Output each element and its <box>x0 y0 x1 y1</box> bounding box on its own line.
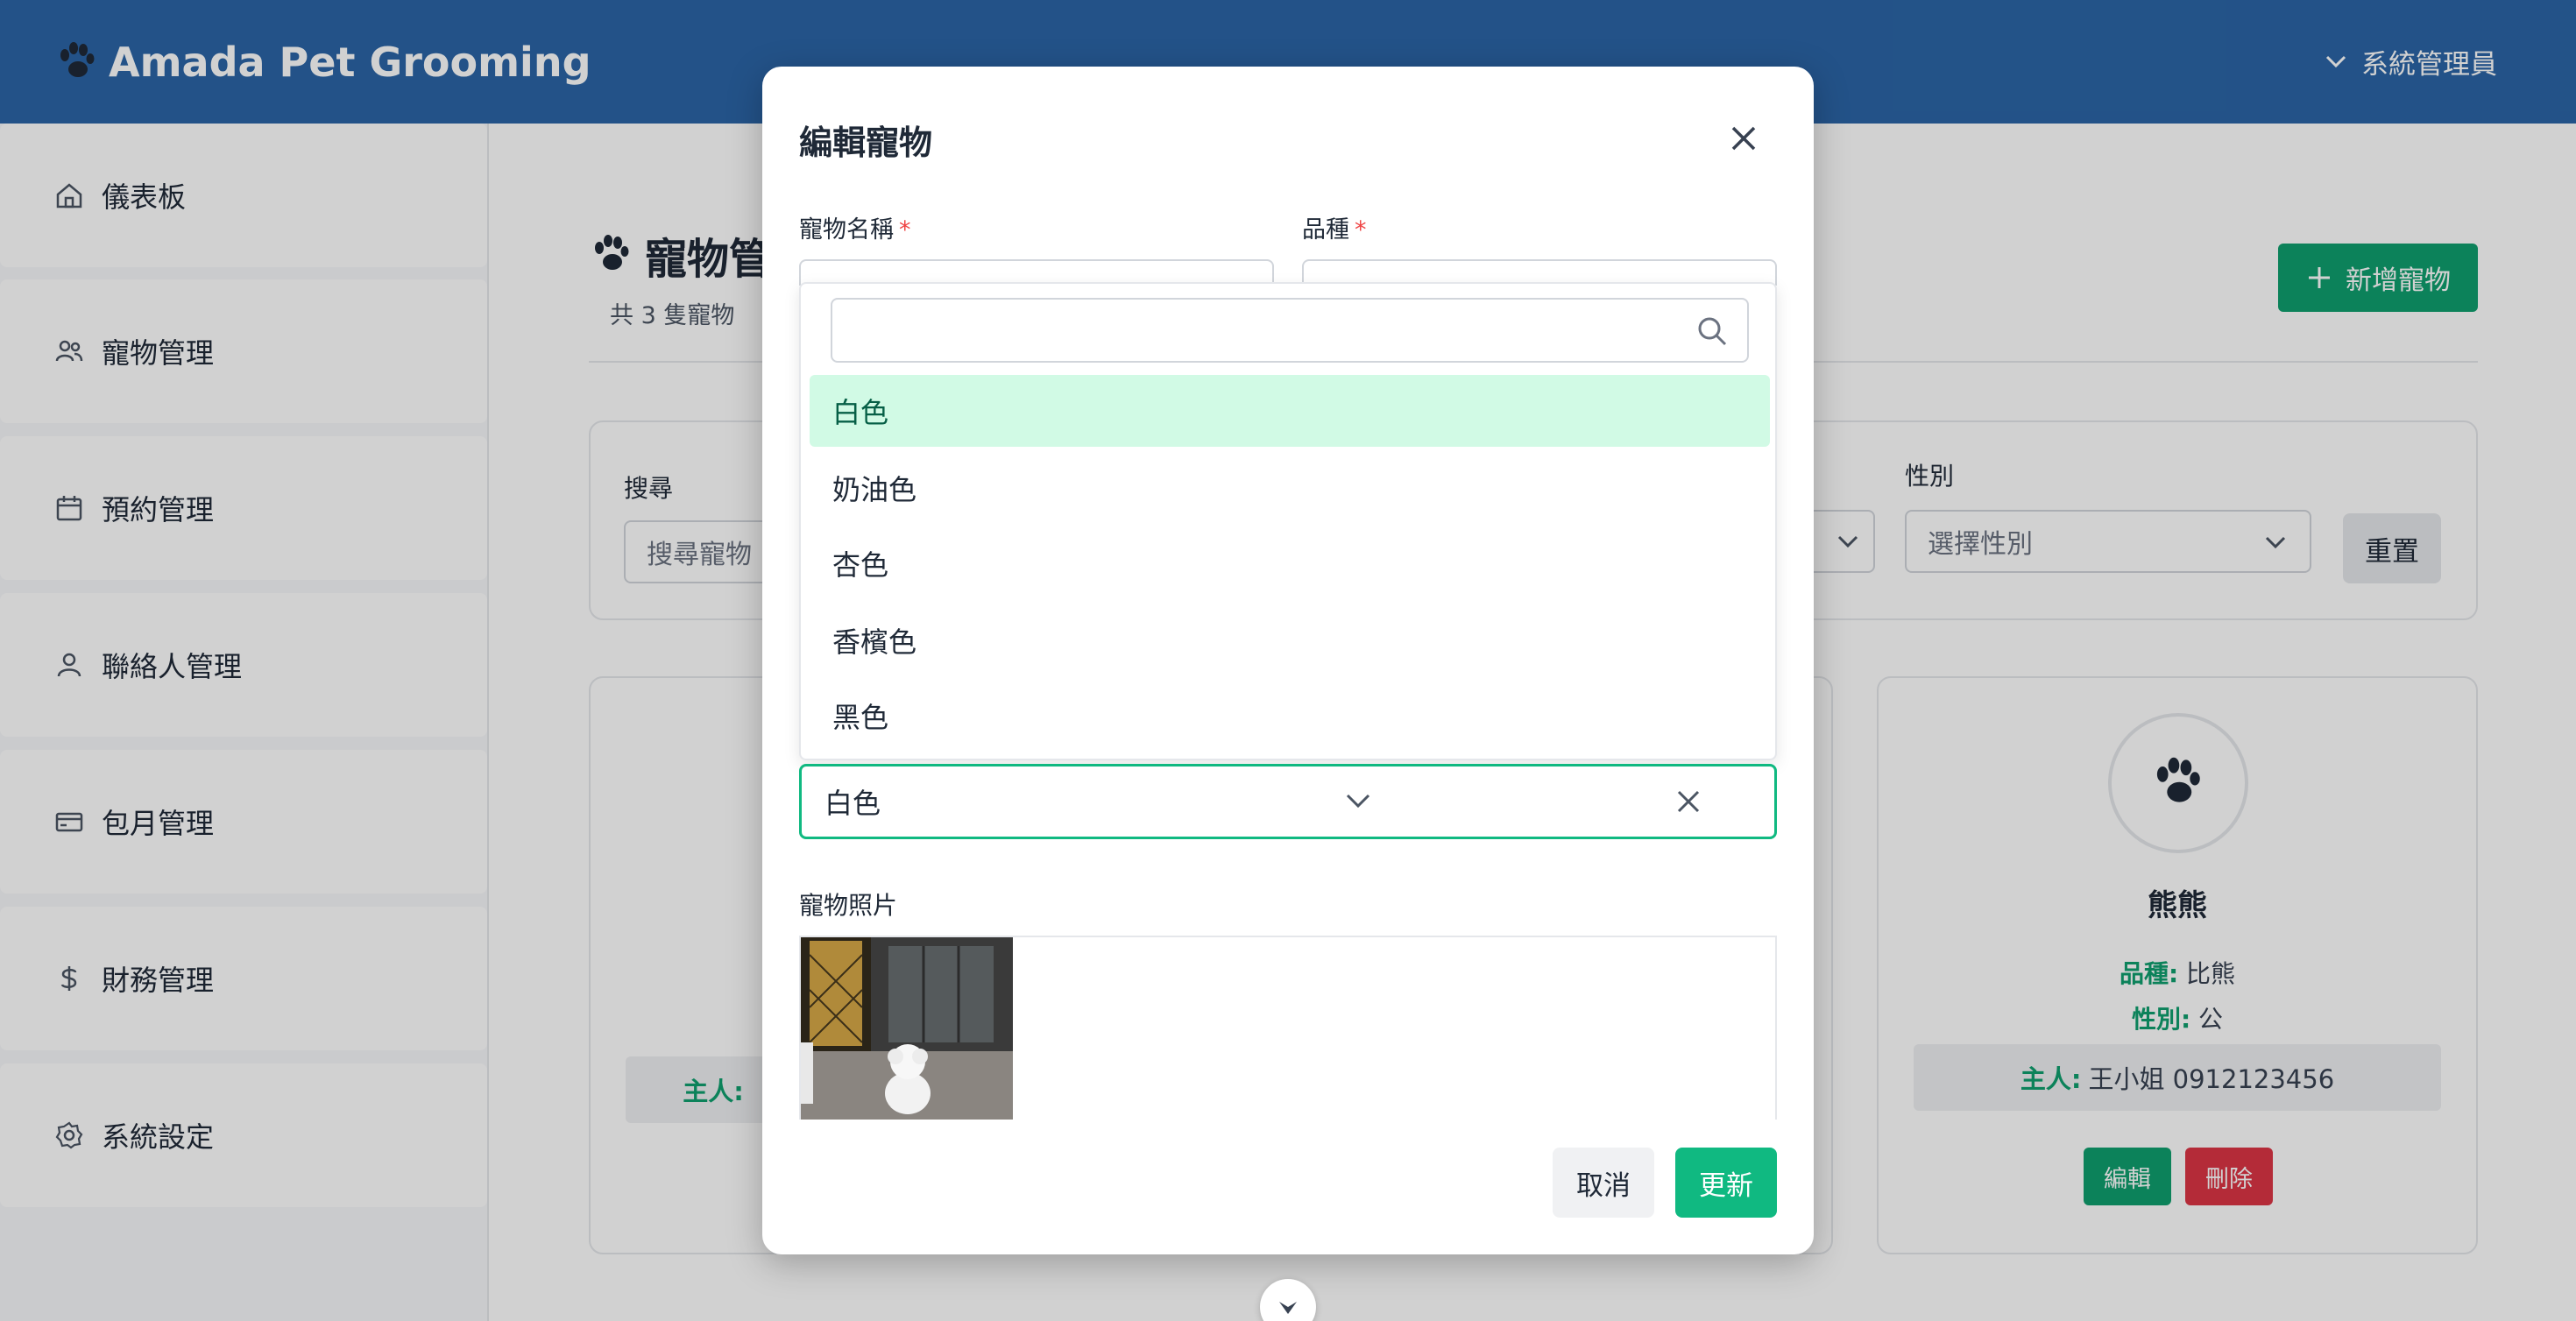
color-select[interactable]: 白色 <box>799 764 1777 839</box>
color-option[interactable]: 黑色 <box>810 680 1770 752</box>
search-icon <box>1698 317 1727 346</box>
color-dropdown: 白色 奶油色 杏色 香檳色 黑色 <box>799 282 1777 760</box>
pet-name-label: 寵物名稱 * <box>799 210 911 244</box>
dropdown-search-input[interactable] <box>831 298 1749 363</box>
close-icon[interactable] <box>1723 117 1765 159</box>
required-mark: * <box>899 216 911 244</box>
color-select-value: 白色 <box>824 787 881 820</box>
cancel-button[interactable]: 取消 <box>1553 1148 1654 1218</box>
breed-label-text: 品種 <box>1302 216 1349 244</box>
photo-label: 寵物照片 <box>799 891 898 920</box>
breed-label: 品種 * <box>1302 210 1367 244</box>
color-option[interactable]: 奶油色 <box>810 452 1770 524</box>
clear-icon[interactable] <box>1674 787 1703 816</box>
chevron-down-icon <box>1279 1302 1297 1314</box>
required-mark: * <box>1355 216 1367 244</box>
modal-title: 編輯寵物 <box>799 124 933 162</box>
photo-area <box>799 936 1777 1120</box>
color-option[interactable]: 香檳色 <box>810 604 1770 676</box>
color-option[interactable]: 杏色 <box>810 527 1770 599</box>
update-button[interactable]: 更新 <box>1675 1148 1777 1218</box>
color-option[interactable]: 白色 <box>810 375 1770 447</box>
chevron-down-icon[interactable] <box>1342 785 1374 816</box>
pet-name-label-text: 寵物名稱 <box>799 216 894 244</box>
pet-photo[interactable] <box>801 937 1013 1120</box>
